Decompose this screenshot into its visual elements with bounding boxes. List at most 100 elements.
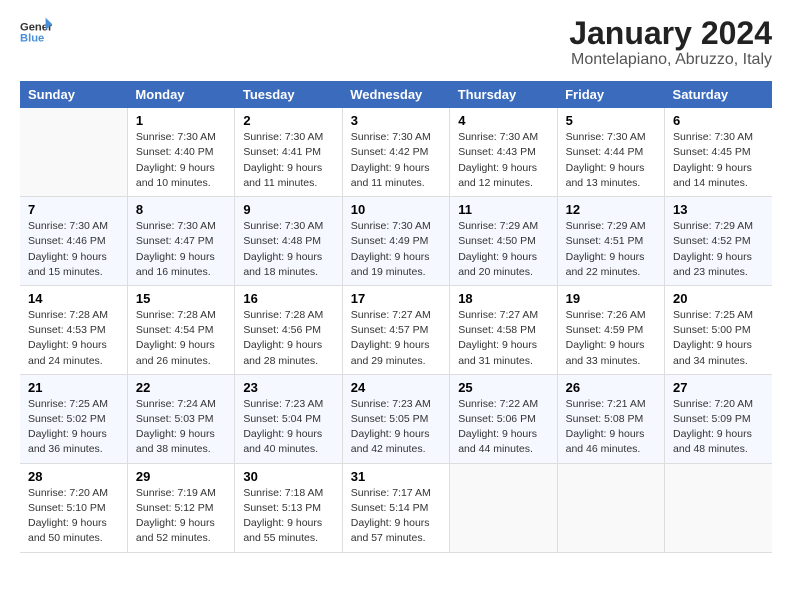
day-detail: Sunrise: 7:18 AMSunset: 5:13 PMDaylight:… [243, 486, 333, 547]
page-subtitle: Montelapiano, Abruzzo, Italy [569, 51, 772, 69]
calendar-cell [20, 108, 127, 196]
calendar-cell: 10 Sunrise: 7:30 AMSunset: 4:49 PMDaylig… [342, 197, 449, 286]
calendar-week-3: 14 Sunrise: 7:28 AMSunset: 4:53 PMDaylig… [20, 285, 772, 374]
calendar-cell: 25 Sunrise: 7:22 AMSunset: 5:06 PMDaylig… [450, 374, 557, 463]
header-saturday: Saturday [665, 81, 772, 108]
day-detail: Sunrise: 7:28 AMSunset: 4:53 PMDaylight:… [28, 308, 119, 369]
day-detail: Sunrise: 7:25 AMSunset: 5:00 PMDaylight:… [673, 308, 764, 369]
page-header: General Blue January 2024 Montelapiano, … [20, 16, 772, 69]
header-row: Sunday Monday Tuesday Wednesday Thursday… [20, 81, 772, 108]
day-number: 18 [458, 291, 548, 306]
day-number: 15 [136, 291, 226, 306]
calendar-cell: 9 Sunrise: 7:30 AMSunset: 4:48 PMDayligh… [235, 197, 342, 286]
day-number: 24 [351, 380, 441, 395]
day-number: 20 [673, 291, 764, 306]
day-detail: Sunrise: 7:29 AMSunset: 4:50 PMDaylight:… [458, 219, 548, 280]
day-detail: Sunrise: 7:29 AMSunset: 4:52 PMDaylight:… [673, 219, 764, 280]
calendar-cell: 3 Sunrise: 7:30 AMSunset: 4:42 PMDayligh… [342, 108, 449, 196]
day-detail: Sunrise: 7:30 AMSunset: 4:48 PMDaylight:… [243, 219, 333, 280]
header-friday: Friday [557, 81, 664, 108]
header-sunday: Sunday [20, 81, 127, 108]
day-detail: Sunrise: 7:28 AMSunset: 4:56 PMDaylight:… [243, 308, 333, 369]
day-detail: Sunrise: 7:17 AMSunset: 5:14 PMDaylight:… [351, 486, 441, 547]
calendar-cell: 2 Sunrise: 7:30 AMSunset: 4:41 PMDayligh… [235, 108, 342, 196]
calendar-cell [450, 463, 557, 552]
day-number: 6 [673, 113, 764, 128]
day-detail: Sunrise: 7:24 AMSunset: 5:03 PMDaylight:… [136, 397, 226, 458]
calendar-week-5: 28 Sunrise: 7:20 AMSunset: 5:10 PMDaylig… [20, 463, 772, 552]
header-wednesday: Wednesday [342, 81, 449, 108]
day-detail: Sunrise: 7:30 AMSunset: 4:47 PMDaylight:… [136, 219, 226, 280]
day-detail: Sunrise: 7:30 AMSunset: 4:46 PMDaylight:… [28, 219, 119, 280]
day-number: 11 [458, 202, 548, 217]
calendar-cell: 19 Sunrise: 7:26 AMSunset: 4:59 PMDaylig… [557, 285, 664, 374]
day-detail: Sunrise: 7:26 AMSunset: 4:59 PMDaylight:… [566, 308, 656, 369]
title-block: January 2024 Montelapiano, Abruzzo, Ital… [569, 16, 772, 69]
calendar-cell: 8 Sunrise: 7:30 AMSunset: 4:47 PMDayligh… [127, 197, 234, 286]
calendar-cell: 6 Sunrise: 7:30 AMSunset: 4:45 PMDayligh… [665, 108, 772, 196]
logo: General Blue [20, 16, 52, 48]
day-detail: Sunrise: 7:28 AMSunset: 4:54 PMDaylight:… [136, 308, 226, 369]
day-detail: Sunrise: 7:30 AMSunset: 4:42 PMDaylight:… [351, 130, 441, 191]
calendar-cell: 20 Sunrise: 7:25 AMSunset: 5:00 PMDaylig… [665, 285, 772, 374]
calendar-cell: 31 Sunrise: 7:17 AMSunset: 5:14 PMDaylig… [342, 463, 449, 552]
day-detail: Sunrise: 7:27 AMSunset: 4:58 PMDaylight:… [458, 308, 548, 369]
day-detail: Sunrise: 7:29 AMSunset: 4:51 PMDaylight:… [566, 219, 656, 280]
calendar-cell: 5 Sunrise: 7:30 AMSunset: 4:44 PMDayligh… [557, 108, 664, 196]
calendar-table: Sunday Monday Tuesday Wednesday Thursday… [20, 81, 772, 552]
calendar-cell: 7 Sunrise: 7:30 AMSunset: 4:46 PMDayligh… [20, 197, 127, 286]
day-detail: Sunrise: 7:23 AMSunset: 5:04 PMDaylight:… [243, 397, 333, 458]
day-detail: Sunrise: 7:23 AMSunset: 5:05 PMDaylight:… [351, 397, 441, 458]
header-thursday: Thursday [450, 81, 557, 108]
calendar-cell: 12 Sunrise: 7:29 AMSunset: 4:51 PMDaylig… [557, 197, 664, 286]
day-number: 8 [136, 202, 226, 217]
calendar-week-4: 21 Sunrise: 7:25 AMSunset: 5:02 PMDaylig… [20, 374, 772, 463]
day-detail: Sunrise: 7:20 AMSunset: 5:10 PMDaylight:… [28, 486, 119, 547]
day-detail: Sunrise: 7:19 AMSunset: 5:12 PMDaylight:… [136, 486, 226, 547]
day-detail: Sunrise: 7:22 AMSunset: 5:06 PMDaylight:… [458, 397, 548, 458]
calendar-cell: 27 Sunrise: 7:20 AMSunset: 5:09 PMDaylig… [665, 374, 772, 463]
day-number: 19 [566, 291, 656, 306]
day-detail: Sunrise: 7:30 AMSunset: 4:44 PMDaylight:… [566, 130, 656, 191]
calendar-cell: 21 Sunrise: 7:25 AMSunset: 5:02 PMDaylig… [20, 374, 127, 463]
day-number: 27 [673, 380, 764, 395]
header-monday: Monday [127, 81, 234, 108]
calendar-cell: 22 Sunrise: 7:24 AMSunset: 5:03 PMDaylig… [127, 374, 234, 463]
day-number: 10 [351, 202, 441, 217]
day-number: 13 [673, 202, 764, 217]
day-number: 22 [136, 380, 226, 395]
day-number: 4 [458, 113, 548, 128]
day-number: 30 [243, 469, 333, 484]
calendar-week-1: 1 Sunrise: 7:30 AMSunset: 4:40 PMDayligh… [20, 108, 772, 196]
calendar-cell: 11 Sunrise: 7:29 AMSunset: 4:50 PMDaylig… [450, 197, 557, 286]
logo-icon: General Blue [20, 16, 52, 48]
day-number: 16 [243, 291, 333, 306]
calendar-cell: 13 Sunrise: 7:29 AMSunset: 4:52 PMDaylig… [665, 197, 772, 286]
day-number: 1 [136, 113, 226, 128]
calendar-cell: 18 Sunrise: 7:27 AMSunset: 4:58 PMDaylig… [450, 285, 557, 374]
day-detail: Sunrise: 7:30 AMSunset: 4:45 PMDaylight:… [673, 130, 764, 191]
day-number: 29 [136, 469, 226, 484]
day-number: 21 [28, 380, 119, 395]
day-detail: Sunrise: 7:30 AMSunset: 4:40 PMDaylight:… [136, 130, 226, 191]
calendar-cell: 28 Sunrise: 7:20 AMSunset: 5:10 PMDaylig… [20, 463, 127, 552]
day-number: 26 [566, 380, 656, 395]
calendar-week-2: 7 Sunrise: 7:30 AMSunset: 4:46 PMDayligh… [20, 197, 772, 286]
day-number: 2 [243, 113, 333, 128]
day-number: 25 [458, 380, 548, 395]
day-detail: Sunrise: 7:21 AMSunset: 5:08 PMDaylight:… [566, 397, 656, 458]
calendar-header: Sunday Monday Tuesday Wednesday Thursday… [20, 81, 772, 108]
day-number: 5 [566, 113, 656, 128]
page-title: January 2024 [569, 16, 772, 51]
day-detail: Sunrise: 7:27 AMSunset: 4:57 PMDaylight:… [351, 308, 441, 369]
day-number: 23 [243, 380, 333, 395]
calendar-cell: 14 Sunrise: 7:28 AMSunset: 4:53 PMDaylig… [20, 285, 127, 374]
calendar-cell: 17 Sunrise: 7:27 AMSunset: 4:57 PMDaylig… [342, 285, 449, 374]
calendar-cell: 30 Sunrise: 7:18 AMSunset: 5:13 PMDaylig… [235, 463, 342, 552]
calendar-cell: 15 Sunrise: 7:28 AMSunset: 4:54 PMDaylig… [127, 285, 234, 374]
day-detail: Sunrise: 7:30 AMSunset: 4:43 PMDaylight:… [458, 130, 548, 191]
calendar-cell: 4 Sunrise: 7:30 AMSunset: 4:43 PMDayligh… [450, 108, 557, 196]
svg-text:Blue: Blue [20, 33, 44, 45]
day-number: 12 [566, 202, 656, 217]
day-number: 31 [351, 469, 441, 484]
